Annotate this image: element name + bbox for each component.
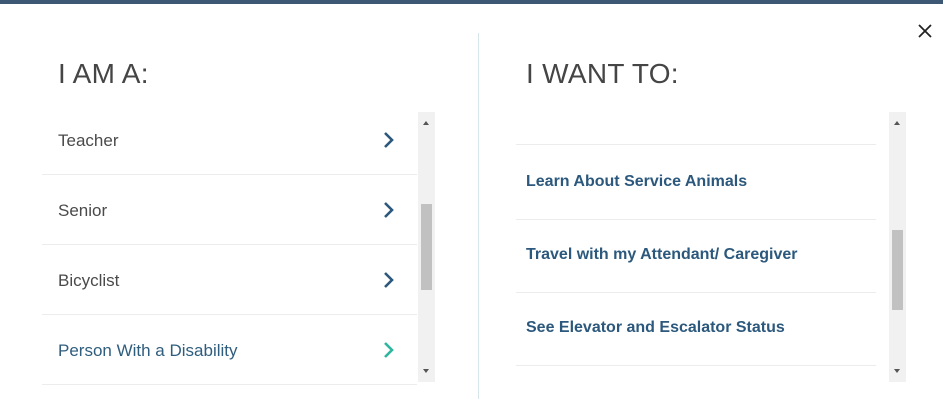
i-want-to-scrollbar[interactable] [889, 112, 906, 382]
list-item-elevator-escalator-status[interactable]: See Elevator and Escalator Status [516, 293, 876, 366]
list-item-senior[interactable]: Senior [42, 175, 417, 245]
chevron-right-icon [384, 342, 394, 358]
i-want-to-list: Learn About Service Animals Travel with … [516, 110, 876, 368]
list-item-label: See Elevator and Escalator Status [526, 319, 785, 336]
list-item-label: Senior [58, 201, 108, 220]
scrollbar-thumb[interactable] [892, 230, 903, 310]
list-item-label: Bicyclist [58, 271, 120, 290]
i-am-a-heading: I AM A: [58, 58, 149, 89]
scroll-up-arrow-icon[interactable] [423, 121, 429, 125]
list-item-label: Person With a Disability [58, 341, 238, 360]
chevron-right-icon [384, 132, 394, 148]
i-am-a-list: Teacher Senior Bicyclist Person With a D… [42, 105, 417, 387]
chevron-right-icon [384, 272, 394, 288]
list-item-person-with-a-disability[interactable]: Person With a Disability [42, 315, 417, 385]
list-item-service-animals[interactable]: Learn About Service Animals [516, 147, 876, 220]
list-item-bicyclist[interactable]: Bicyclist [42, 245, 417, 315]
list-item-teacher[interactable]: Teacher [42, 105, 417, 175]
list-item-label: Travel with my Attendant/ Caregiver [526, 246, 798, 263]
scroll-up-arrow-icon[interactable] [894, 121, 900, 125]
modal-top-border [0, 0, 943, 4]
scroll-down-arrow-icon[interactable] [423, 369, 429, 373]
i-am-a-scrollbar[interactable] [418, 112, 435, 382]
scroll-down-arrow-icon[interactable] [894, 369, 900, 373]
i-want-to-heading: I WANT TO: [526, 58, 679, 89]
panel-divider [478, 33, 479, 399]
list-item-label: Teacher [58, 131, 119, 150]
list-item-attendant-caregiver[interactable]: Travel with my Attendant/ Caregiver [516, 220, 876, 293]
scrollbar-thumb[interactable] [421, 204, 432, 290]
list-item-partial[interactable] [516, 110, 876, 145]
list-item-label: Learn About Service Animals [526, 173, 748, 190]
close-button[interactable] [912, 18, 938, 44]
chevron-right-icon [384, 202, 394, 218]
close-icon [918, 24, 932, 38]
